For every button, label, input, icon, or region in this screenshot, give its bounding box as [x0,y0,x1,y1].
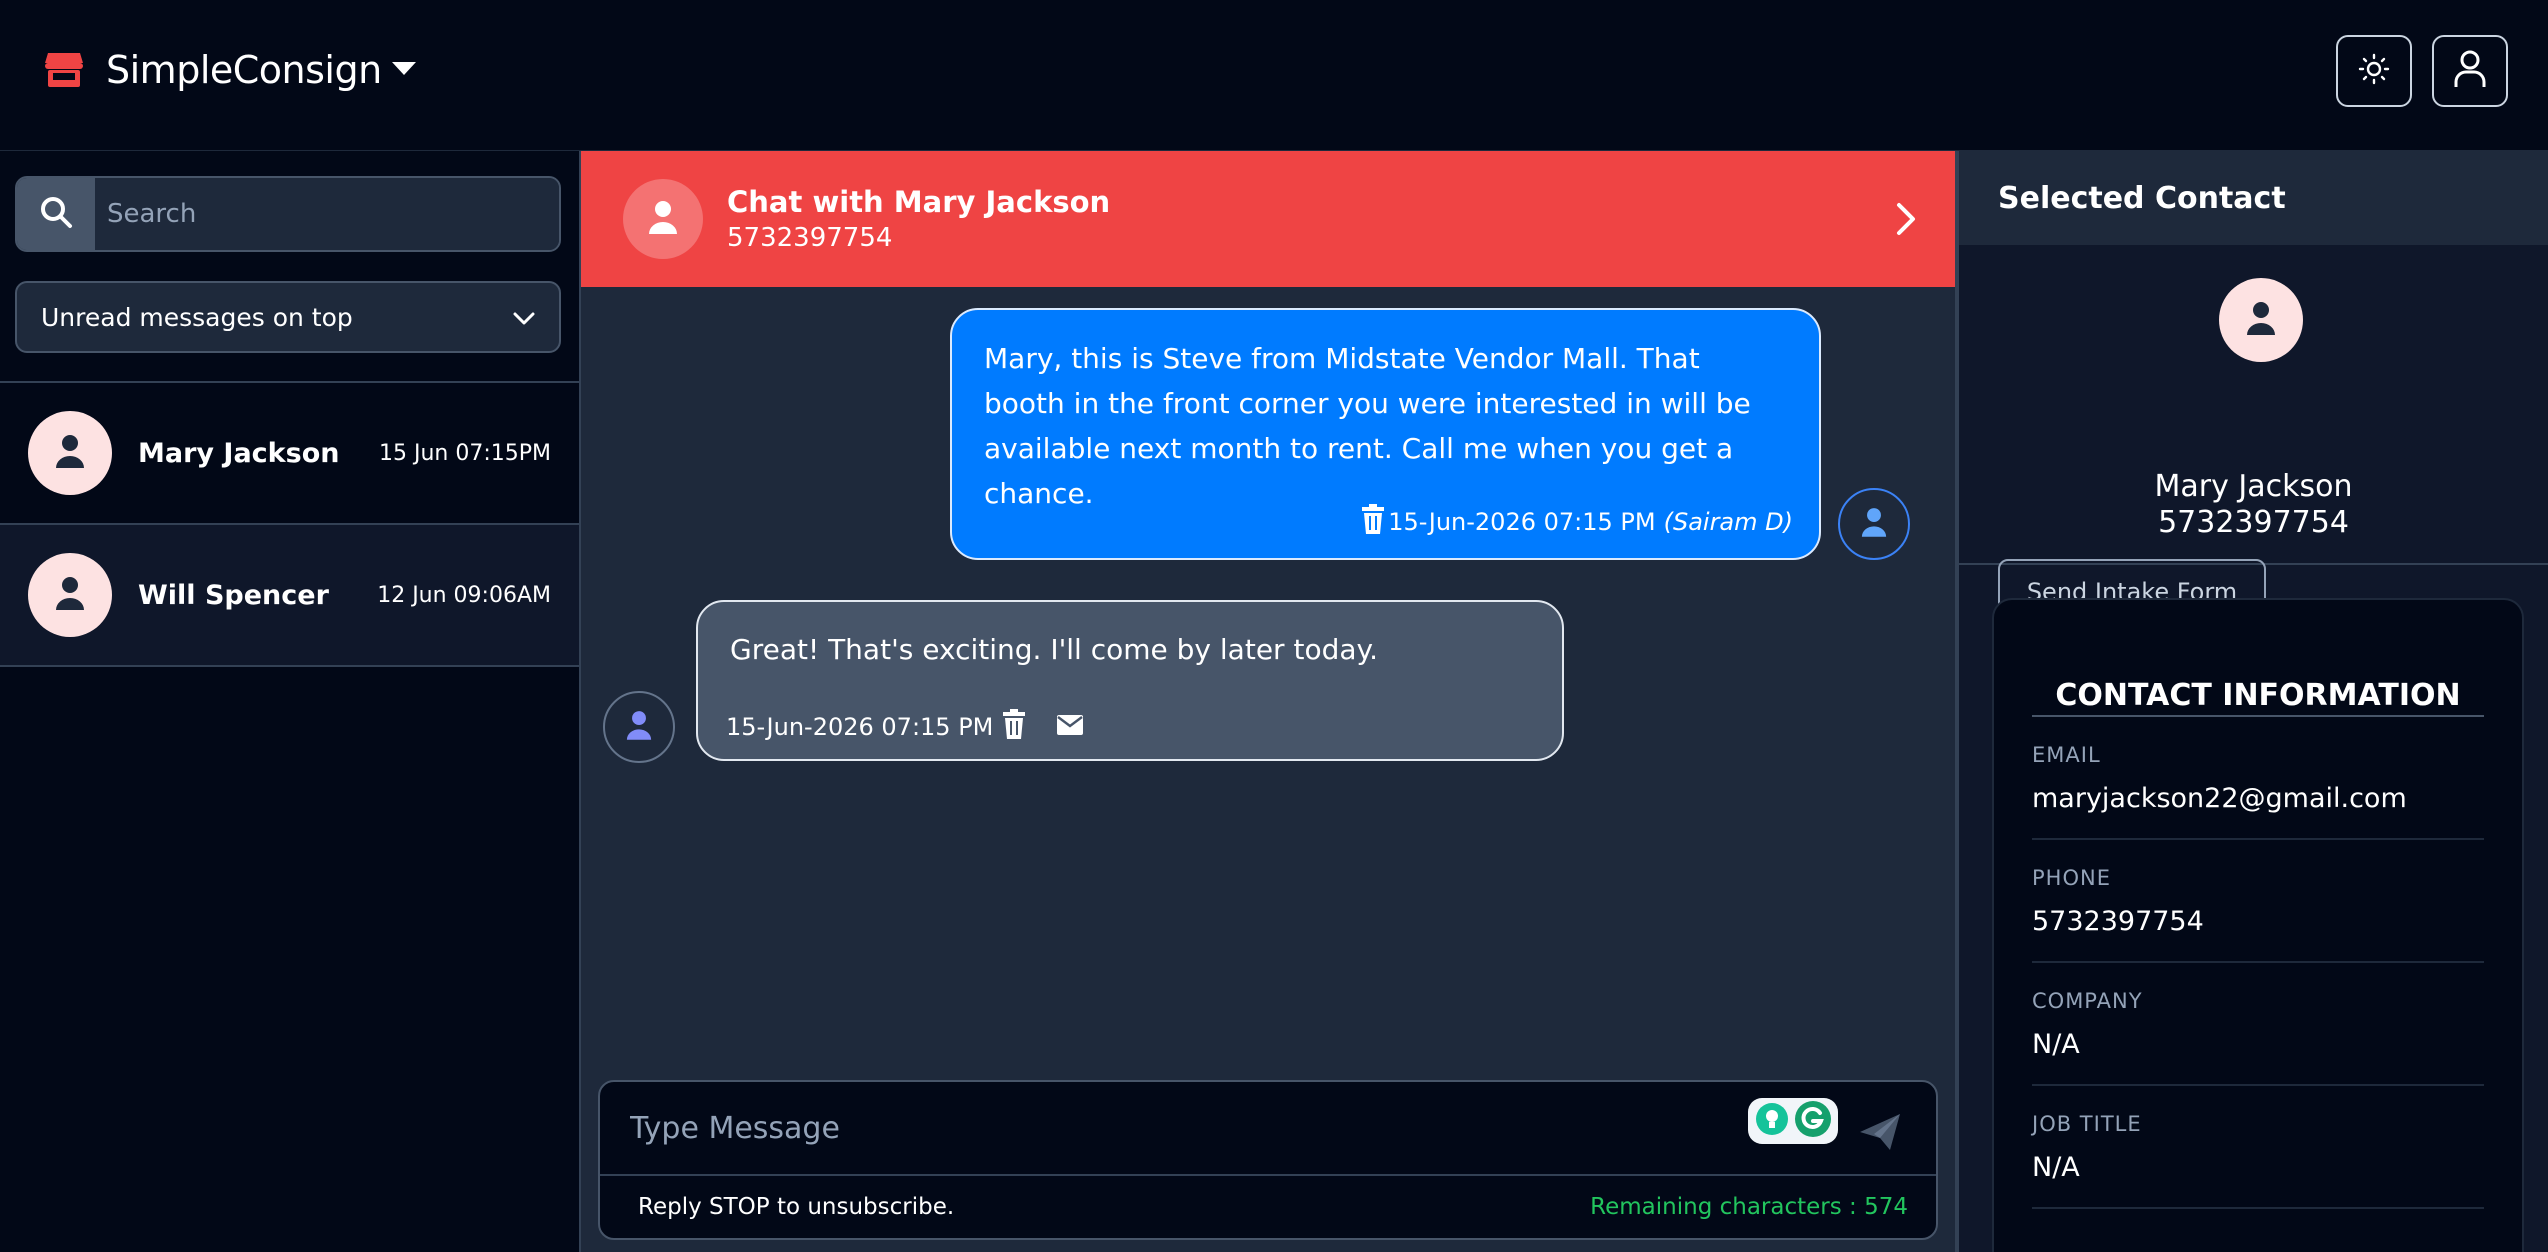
user-menu-button[interactable] [2432,35,2508,107]
person-icon [626,710,652,744]
incoming-message: Great! That's exciting. I'll come by lat… [696,600,1564,761]
contact-time: 12 Jun 09:06AM [377,582,551,608]
trash-icon[interactable] [1001,709,1027,745]
message-meta: 15-Jun-2026 07:15 PM [726,709,1084,745]
remaining-characters: Remaining characters : 574 [1590,1194,1908,1220]
contact-name: Mary Jackson [2154,469,2353,504]
outgoing-message: Mary, this is Steve from Midstate Vendor… [950,308,1821,560]
contact-information-card: CONTACT INFORMATION EMAIL maryjackson22@… [1992,598,2524,1252]
contact-time: 15 Jun 07:15PM [378,440,551,466]
avatar [28,411,112,495]
field-value: N/A [2032,1029,2080,1060]
email-field: EMAIL maryjackson22@gmail.com [2032,717,2484,840]
store-icon [44,51,84,89]
conversation-sidebar: Unread messages on top Mary Jackson 15 J… [0,151,581,1252]
trash-icon[interactable] [1360,504,1386,540]
unsubscribe-note: Reply STOP to unsubscribe. [638,1194,955,1220]
grammarly-icon [1794,1100,1832,1142]
company-field: COMPANY N/A [2032,963,2484,1086]
panel-heading: Selected Contact [1959,151,2548,245]
selected-contact: Mary Jackson 5732397754 Send Intake Form [1959,245,2548,625]
phone-field: PHONE 5732397754 [2032,840,2484,963]
contact-phone: 5732397754 [2158,505,2349,540]
job-title-field: JOB TITLE N/A [2032,1086,2484,1209]
person-icon [55,434,85,472]
user-icon [2453,49,2487,93]
brand-menu[interactable]: SimpleConsign [44,44,416,96]
contact-item[interactable]: Mary Jackson 15 Jun 07:15PM [0,383,581,525]
chat-panel: Chat with Mary Jackson 5732397754 Mary, … [581,151,1955,1252]
chevron-right-icon[interactable] [1895,201,1917,241]
message-input[interactable] [630,1110,1936,1146]
agent-avatar [1838,488,1910,560]
avatar [28,553,112,637]
contact-name: Will Spencer [138,579,329,611]
field-label: JOB TITLE [2032,1112,2142,1136]
person-icon [1861,507,1887,541]
chat-phone: 5732397754 [727,223,893,253]
chevron-down-icon [513,303,535,332]
field-value: 5732397754 [2032,906,2204,937]
sort-select[interactable]: Unread messages on top [15,281,561,353]
field-value: maryjackson22@gmail.com [2032,783,2407,814]
chat-header: Chat with Mary Jackson 5732397754 [581,151,1955,287]
search-box [15,176,561,252]
contact-list: Mary Jackson 15 Jun 07:15PM Will Spencer… [0,381,581,667]
theme-toggle-button[interactable] [2336,35,2412,107]
top-bar: SimpleConsign [0,0,2548,151]
message-text: Mary, this is Steve from Midstate Vendor… [984,342,1751,510]
lightbulb-icon [1755,1102,1789,1140]
search-button[interactable] [17,178,95,250]
field-value: N/A [2032,1152,2080,1183]
field-label: EMAIL [2032,743,2101,767]
message-text: Great! That's exciting. I'll come by lat… [730,633,1378,666]
contact-name: Mary Jackson [138,437,340,469]
person-icon [648,200,678,238]
sort-select-value: Unread messages on top [41,302,353,332]
contact-avatar [603,691,675,763]
sun-icon [2358,53,2390,89]
contact-item[interactable]: Will Spencer 12 Jun 09:06AM [0,525,581,667]
person-icon [2246,301,2276,339]
avatar [623,179,703,259]
envelope-icon[interactable] [1057,713,1084,741]
field-label: COMPANY [2032,989,2143,1013]
message-timestamp: 15-Jun-2026 07:15 PM [726,713,994,741]
person-icon [55,576,85,614]
field-label: PHONE [2032,866,2111,890]
caret-down-icon[interactable] [391,61,416,80]
message-composer: Reply STOP to unsubscribe. Remaining cha… [598,1080,1938,1240]
avatar [2219,278,2303,362]
message-timestamp: 15-Jun-2026 07:15 PM [1388,508,1656,536]
message-sender: (Sairam D) [1663,508,1793,536]
contact-details-panel: Selected Contact Mary Jackson 5732397754… [1955,151,2548,1252]
chat-title: Chat with Mary Jackson [727,185,1111,219]
search-icon [39,195,73,233]
contact-information-title: CONTACT INFORMATION [2032,678,2484,717]
grammarly-widget[interactable] [1748,1098,1838,1144]
send-icon[interactable] [1858,1112,1902,1156]
message-meta: 15-Jun-2026 07:15 PM (Sairam D) [1360,504,1793,540]
app-name[interactable]: SimpleConsign [106,48,382,92]
search-input[interactable] [95,178,559,250]
